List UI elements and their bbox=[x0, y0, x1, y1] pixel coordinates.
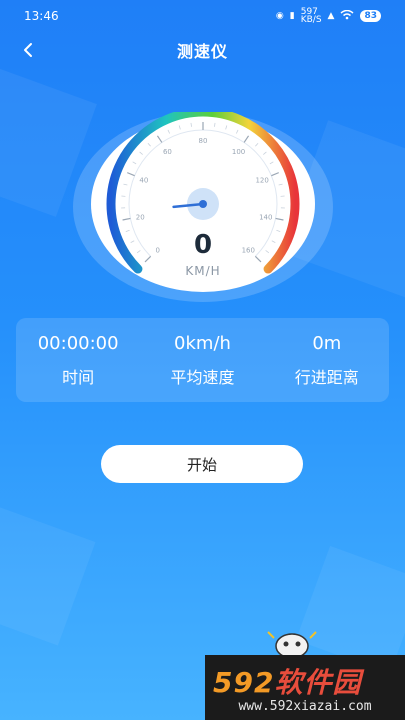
watermark-url: www.592xiazai.com bbox=[238, 699, 372, 714]
start-button[interactable]: 开始 bbox=[101, 445, 303, 483]
back-button[interactable] bbox=[14, 36, 42, 64]
gauge-tick-label: 80 bbox=[199, 137, 208, 145]
background-shape bbox=[0, 504, 96, 646]
stats-panel: 00:00:00 时间 0km/h 平均速度 0m 行进距离 bbox=[16, 318, 389, 402]
gauge-tick bbox=[225, 125, 228, 130]
gauge-tick bbox=[269, 161, 274, 165]
stat-time-value: 00:00:00 bbox=[37, 332, 119, 354]
gauge-tick bbox=[156, 135, 163, 143]
watermark: 592软件园 www.592xiazai.com bbox=[205, 655, 405, 720]
current-speed: 0 bbox=[193, 230, 213, 260]
stat-distance: 0m 行进距离 bbox=[267, 333, 387, 388]
stat-time-label: 时间 bbox=[62, 367, 95, 387]
gauge-tick bbox=[127, 172, 135, 177]
gauge-tick bbox=[190, 122, 192, 127]
gauge-tick bbox=[275, 217, 284, 221]
gauge-tick bbox=[139, 151, 143, 155]
gauge-tick-label: 140 bbox=[259, 213, 272, 221]
gauge-tick bbox=[255, 142, 259, 147]
speedometer-gauge: 0 20 40 60 80 100 120 140 160 0 KM/H bbox=[73, 112, 333, 302]
gauge-tick-label: 40 bbox=[139, 177, 148, 185]
gauge-tick bbox=[214, 122, 216, 127]
wifi-icon bbox=[340, 9, 354, 23]
gauge-tick bbox=[278, 183, 283, 186]
location-icon: ◉ bbox=[275, 11, 284, 21]
chevron-left-icon bbox=[24, 43, 32, 57]
status-icons: ◉ ▮ 597 KB/S ▲ 83 bbox=[275, 8, 381, 25]
status-time: 13:46 bbox=[24, 9, 59, 23]
gauge-tick bbox=[132, 161, 137, 165]
gauge-tick bbox=[243, 135, 250, 143]
gauge-tick bbox=[271, 172, 279, 177]
speed-unit: KM/H bbox=[185, 264, 221, 278]
app-header: 测速仪 bbox=[0, 32, 405, 68]
gauge-tick bbox=[178, 125, 181, 130]
page-title: 测速仪 bbox=[176, 42, 228, 61]
watermark-brand-num: 592 bbox=[213, 666, 275, 699]
gauge-tick bbox=[123, 183, 128, 186]
gauge-tick bbox=[263, 151, 267, 155]
gauge-tick-label: 120 bbox=[255, 177, 268, 185]
status-bar: 13:46 ◉ ▮ 597 KB/S ▲ 83 bbox=[0, 0, 405, 32]
gauge-tick-label: 20 bbox=[136, 213, 145, 221]
gauge-tick-label: 100 bbox=[232, 148, 245, 156]
signal-icon: ▲ bbox=[327, 11, 335, 21]
network-speed-unit: KB/S bbox=[300, 15, 322, 25]
watermark-brand-text: 软件园 bbox=[274, 666, 362, 699]
gauge-tick bbox=[167, 129, 171, 134]
watermark-brand: 592软件园 bbox=[213, 661, 361, 701]
stat-distance-label: 行进距离 bbox=[294, 367, 359, 387]
stat-average-speed-label: 平均速度 bbox=[170, 367, 235, 387]
stat-average-speed-value: 0km/h bbox=[174, 332, 231, 354]
gauge-tick-label: 60 bbox=[163, 148, 172, 156]
gauge-tick bbox=[235, 129, 239, 134]
stat-time: 00:00:00 时间 bbox=[18, 333, 138, 388]
battery-indicator: 83 bbox=[360, 10, 381, 22]
stat-average-speed: 0km/h 平均速度 bbox=[142, 333, 262, 388]
network-speed: 597 KB/S bbox=[300, 8, 322, 25]
vibrate-icon: ▮ bbox=[289, 11, 295, 21]
gauge-tick bbox=[147, 142, 151, 147]
stat-distance-value: 0m bbox=[312, 332, 342, 354]
gauge-tick bbox=[122, 217, 131, 221]
gauge-needle-pivot bbox=[199, 200, 207, 208]
